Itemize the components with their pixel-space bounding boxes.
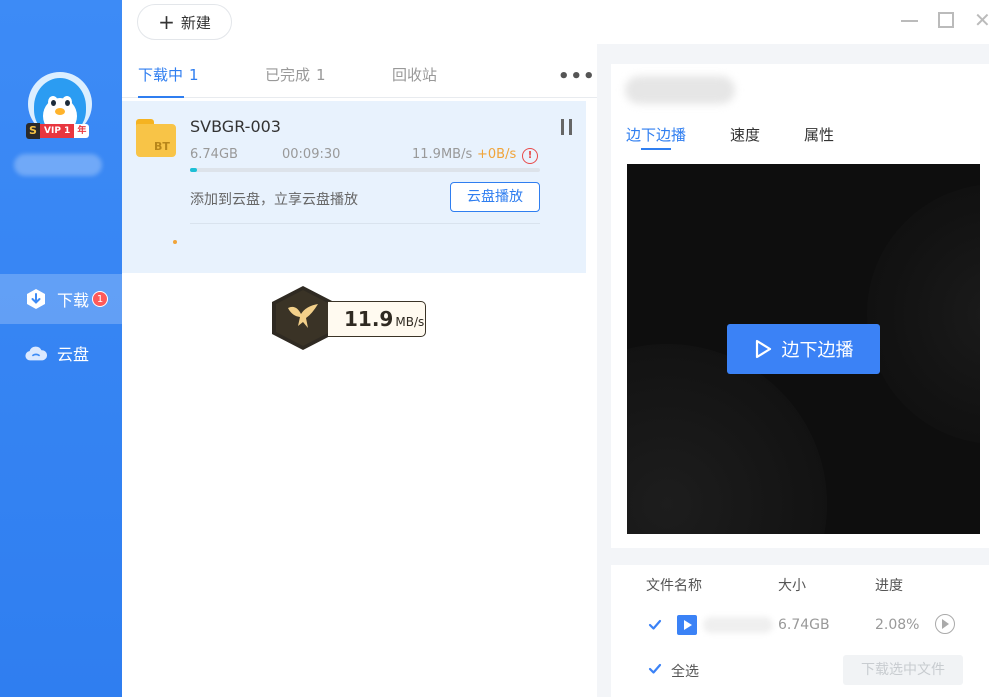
speed-value: 11.9 (344, 307, 394, 331)
download-icon (25, 288, 47, 310)
active-detail-tab-underline (641, 148, 671, 150)
play-while-download-button[interactable]: 边下边播 (727, 324, 880, 374)
pause-icon[interactable] (560, 119, 574, 135)
speed-hex-frame (272, 286, 334, 350)
bt-label: BT (154, 140, 170, 153)
task-progress-bar (190, 168, 540, 172)
task-divider (190, 223, 540, 224)
tab-speed[interactable]: 速度 (730, 124, 760, 145)
checkmark-icon (648, 663, 662, 674)
new-task-button[interactable]: + 新建 (137, 4, 232, 40)
tab-label: 回收站 (392, 66, 438, 84)
more-options-icon[interactable]: ••• (558, 66, 596, 87)
select-all-checkbox[interactable] (648, 662, 662, 676)
top-bar: + 新建 (122, 0, 989, 44)
file-list-panel: 文件名称 大小 进度 6.74GB 2.08% 全选 下载选中文件 (611, 565, 989, 697)
sidebar: S VIP 1 年 下载 1 云盘 (0, 0, 122, 697)
speed-readout: 11.9 MB/s (328, 301, 426, 337)
cloud-hint-text: 添加到云盘，立享云盘播放 (190, 192, 358, 208)
task-name: SVBGR-003 (190, 117, 281, 136)
vip-s-label: S (26, 123, 40, 139)
select-all-label: 全选 (671, 664, 699, 680)
tab-downloading[interactable]: 下载中 1 (138, 64, 199, 85)
file-name-redacted (703, 617, 773, 633)
detail-pane: 边下边播 速度 属性 边下边播 (611, 64, 989, 548)
close-icon[interactable]: ✕ (974, 10, 989, 30)
column-header-name: 文件名称 (646, 578, 702, 594)
sidebar-item-download[interactable]: 下载 1 (0, 274, 122, 324)
sidebar-item-label: 云盘 (57, 345, 90, 364)
checkmark-icon (648, 619, 662, 630)
tab-play-while-download[interactable]: 边下边播 (626, 124, 686, 145)
tab-label: 下载中 (138, 66, 184, 84)
avatar-eye-left (48, 96, 58, 108)
avatar-beak (55, 108, 65, 115)
file-title-redacted (625, 76, 735, 104)
task-progress-fill (190, 168, 198, 172)
active-tab-underline (138, 96, 184, 98)
avatar-eye-right (62, 96, 72, 108)
task-speed: 11.9MB/s (412, 147, 473, 162)
file-size: 6.74GB (778, 617, 830, 633)
tab-label: 已完成 (265, 66, 311, 84)
new-task-label: 新建 (180, 13, 211, 32)
warning-icon[interactable]: ! (522, 148, 538, 164)
vip-year-label: 年 (74, 124, 90, 138)
cloud-play-button[interactable]: 云盘播放 (450, 182, 540, 212)
tab-properties[interactable]: 属性 (804, 124, 834, 145)
video-file-icon (677, 615, 697, 635)
vip-level-label: VIP 1 (40, 124, 75, 138)
task-tabs: 下载中 1 已完成 1 回收站 ••• (122, 48, 597, 98)
video-player[interactable]: 边下边播 (627, 164, 980, 534)
sidebar-item-label: 下载 (57, 291, 90, 310)
task-list-pane: 下载中 1 已完成 1 回收站 ••• BT SVBGR-003 6.74GB 00… (122, 44, 597, 697)
task-remaining-time: 00:09:30 (282, 147, 341, 162)
sidebar-item-cloud[interactable]: 云盘 (0, 328, 122, 378)
column-header-size: 大小 (778, 578, 806, 594)
player-shade (867, 184, 980, 444)
file-progress: 2.08% (875, 617, 920, 633)
status-dot (173, 240, 177, 244)
cloud-icon (25, 342, 47, 364)
tab-count: 1 (316, 66, 326, 84)
task-size: 6.74GB (190, 147, 238, 162)
file-row-checkbox[interactable] (648, 618, 662, 632)
vip-badge[interactable]: S VIP 1 年 (26, 123, 98, 139)
tab-recycle-bin[interactable]: 回收站 (392, 64, 437, 85)
bt-folder-icon: BT (136, 119, 176, 157)
task-accel-speed: +0B/s (477, 147, 517, 162)
username-redacted (14, 154, 102, 176)
play-icon (755, 339, 771, 359)
tab-completed[interactable]: 已完成 1 (265, 64, 326, 85)
play-button-label: 边下边播 (781, 340, 854, 361)
file-play-icon[interactable] (935, 614, 955, 634)
maximize-icon[interactable] (938, 12, 954, 28)
column-header-progress: 进度 (875, 578, 903, 594)
minimize-icon[interactable] (901, 20, 918, 22)
download-task-row[interactable]: BT SVBGR-003 6.74GB 00:09:30 11.9MB/s +0… (122, 101, 586, 273)
download-count-badge: 1 (92, 291, 109, 307)
tab-count: 1 (189, 66, 199, 84)
bird-logo-icon (276, 290, 330, 346)
speed-unit: MB/s (395, 314, 425, 329)
plus-icon: + (158, 10, 175, 34)
download-selected-button[interactable]: 下载选中文件 (843, 655, 963, 685)
